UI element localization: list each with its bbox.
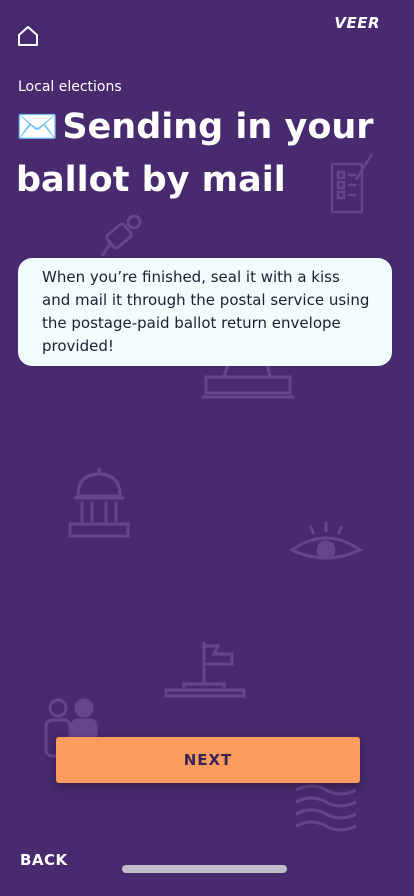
- section-label: Local elections: [18, 79, 122, 95]
- message-card: When you’re finished, seal it with a kis…: [18, 258, 392, 366]
- page-title-text: Sending in your ballot by mail: [16, 107, 374, 200]
- back-button[interactable]: BACK: [20, 851, 68, 869]
- eye-icon: [288, 520, 364, 566]
- microphone-icon: [98, 210, 148, 260]
- next-button[interactable]: NEXT: [56, 737, 360, 783]
- capitol-icon: [66, 466, 132, 540]
- envelope-emoji: ✉️: [16, 107, 59, 147]
- podium-flag-icon: [162, 638, 248, 702]
- brand-logo: VEER: [334, 14, 380, 32]
- message-text: When you’re finished, seal it with a kis…: [42, 268, 370, 355]
- home-icon[interactable]: [16, 24, 40, 48]
- page-title: ✉️ Sending in your ballot by mail: [16, 101, 396, 207]
- home-indicator[interactable]: [122, 865, 287, 873]
- flag-icon: [292, 780, 362, 840]
